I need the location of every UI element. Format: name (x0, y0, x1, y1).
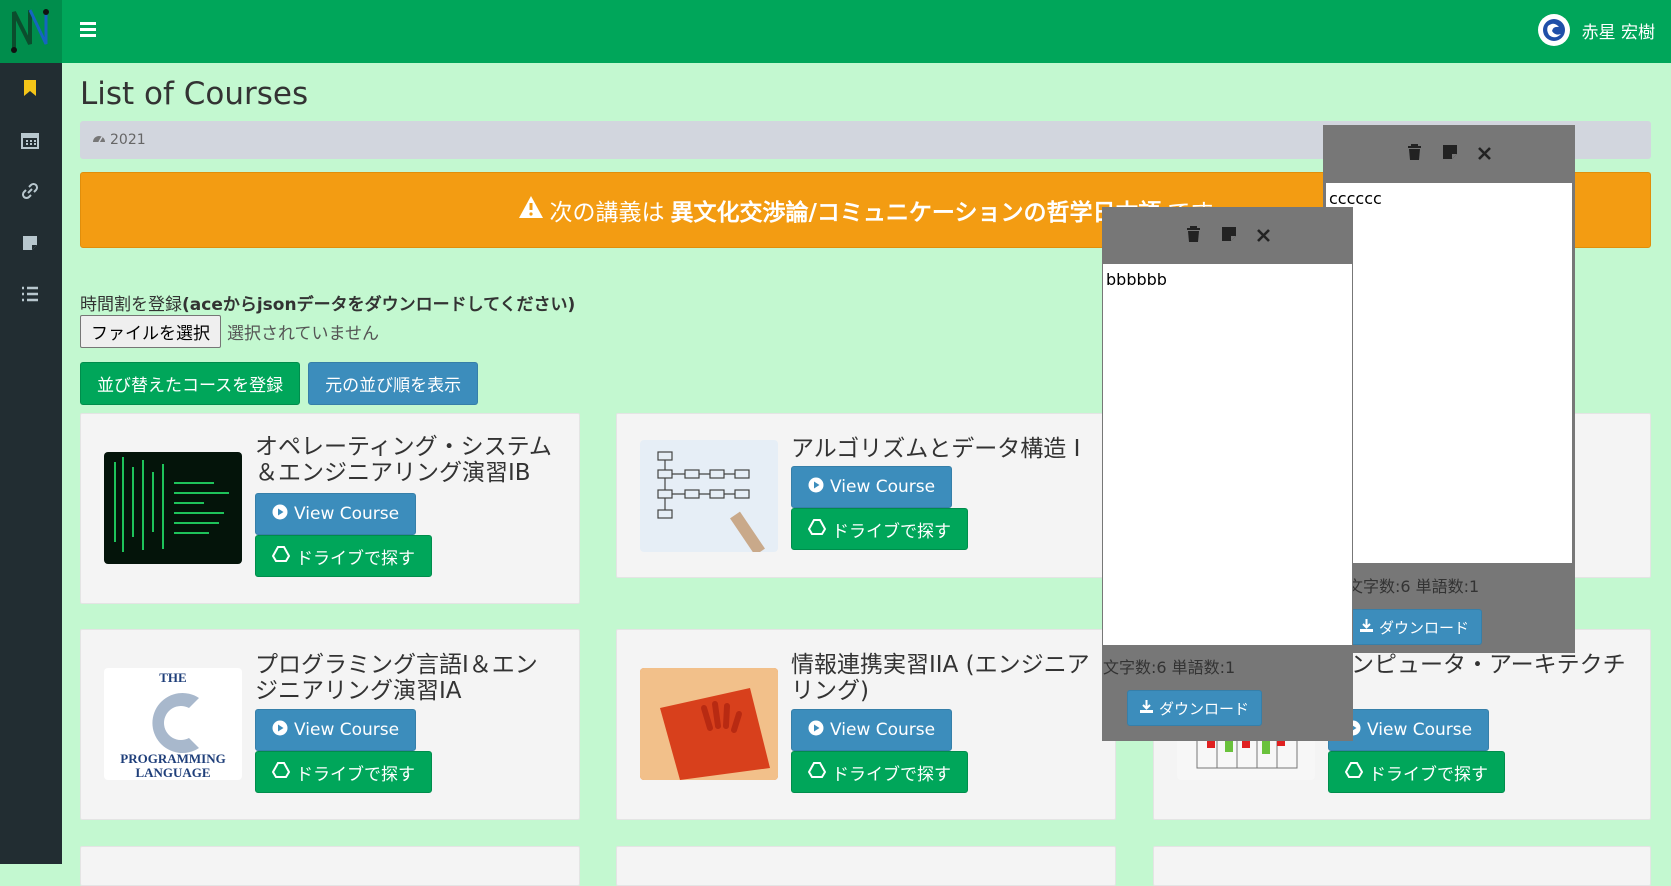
google-drive-icon (807, 761, 827, 783)
view-course-label: View Course (294, 720, 400, 740)
course-thumbnail (104, 452, 242, 564)
view-course-label: View Course (830, 720, 936, 740)
trash-icon[interactable] (1407, 143, 1422, 165)
breadcrumb-year: 2021 (110, 132, 146, 148)
show-original-order-button[interactable]: 元の並び順を表示 (308, 362, 479, 405)
course-thumbnail (640, 440, 778, 552)
play-circle-icon (272, 720, 288, 741)
close-icon[interactable] (1478, 145, 1491, 164)
play-circle-icon (808, 477, 824, 498)
course-card (80, 846, 580, 886)
file-status: 選択されていません (227, 324, 379, 344)
drive-search-label: ドライブで探す (296, 548, 415, 569)
bookmark-icon[interactable] (18, 76, 42, 100)
note-icon[interactable] (18, 231, 42, 255)
course-card (616, 846, 1116, 886)
app-logo[interactable] (0, 0, 62, 63)
course-card: THE PROGRAMMING LANGUAGE プログラミング言語I＆エンジニ… (80, 629, 580, 820)
drive-search-button[interactable]: ドライブで探す (791, 751, 968, 793)
course-card: オペレーティング・システム＆エンジニアリング演習IB View Course ド… (80, 413, 580, 604)
close-icon[interactable] (1256, 227, 1270, 246)
register-sorted-courses-button[interactable]: 並び替えたコースを登録 (80, 362, 301, 405)
drive-search-label: ドライブで探す (1369, 764, 1488, 785)
sticky-note[interactable]: bbbbbb 文字数:6 単語数:1 ダウンロード (1102, 207, 1353, 741)
choose-file-button[interactable]: ファイルを選択 (80, 315, 221, 348)
top-navbar: 赤星 宏樹 (0, 0, 1671, 63)
note-toolbar (1102, 207, 1353, 265)
user-menu[interactable]: 赤星 宏樹 (1537, 14, 1655, 46)
course-title[interactable]: コンピュータ・アーキテクチ (1328, 652, 1628, 678)
course-card: 情報連携実習IIA (エンジニアリング) View Course ドライブで探す (616, 629, 1116, 820)
user-avatar (1537, 14, 1570, 46)
dashboard-icon (92, 132, 106, 148)
note-char-count: 文字数:6 単語数:1 (1103, 658, 1236, 677)
course-title[interactable]: オペレーティング・システム＆エンジニアリング演習IB (255, 434, 555, 486)
trash-icon[interactable] (1186, 225, 1201, 247)
note-download-label: ダウンロード (1379, 618, 1470, 637)
sort-actions: 並び替えたコースを登録 元の並び順を表示 (80, 362, 479, 405)
page-title: List of Courses (80, 76, 309, 112)
note-download-button[interactable]: ダウンロード (1127, 690, 1263, 726)
sticky-note[interactable]: cccccc 文字数:6 単語数:1 ダウンロード (1323, 125, 1575, 653)
link-icon[interactable] (18, 179, 42, 203)
view-course-label: View Course (1367, 720, 1473, 740)
alert-prefix: 次の講義は (549, 200, 665, 226)
menu-toggle-icon[interactable] (80, 22, 96, 38)
note-char-count: 文字数:6 単語数:1 (1347, 577, 1480, 596)
google-drive-icon (1344, 761, 1364, 783)
timetable-register-label: 時間割を登録(aceからjsonデータをダウンロードしてください) (80, 290, 575, 315)
register-hint-text: (aceからjsonデータをダウンロードしてください) (182, 295, 576, 315)
download-icon (1140, 699, 1153, 717)
alert-course-name: 異文化交渉論/コミュニケーションの哲学日本語 (670, 200, 1162, 226)
drive-search-button[interactable]: ドライブで探す (255, 751, 432, 793)
view-course-label: View Course (294, 504, 400, 524)
list-icon[interactable] (18, 282, 42, 306)
drive-search-button[interactable]: ドライブで探す (791, 508, 968, 550)
view-course-button[interactable]: View Course (255, 493, 417, 535)
course-title[interactable]: 情報連携実習IIA (エンジニアリング) (791, 652, 1111, 704)
course-title[interactable]: アルゴリズムとデータ構造 I (791, 436, 1101, 462)
view-course-button[interactable]: View Course (255, 709, 417, 751)
svg-text:PROGRAMMING: PROGRAMMING (120, 751, 225, 766)
drive-search-label: ドライブで探す (832, 764, 951, 785)
course-thumbnail: THE PROGRAMMING LANGUAGE (104, 668, 242, 780)
new-note-icon[interactable] (1221, 226, 1237, 246)
note-download-label: ダウンロード (1159, 699, 1250, 718)
file-input[interactable]: ファイルを選択 選択されていません (80, 315, 379, 348)
svg-text:LANGUAGE: LANGUAGE (135, 765, 210, 780)
note-textarea[interactable]: bbbbbb (1103, 264, 1352, 645)
course-card (1153, 846, 1651, 886)
play-circle-icon (808, 720, 824, 741)
note-download-button[interactable]: ダウンロード (1347, 609, 1483, 645)
new-note-icon[interactable] (1442, 144, 1458, 164)
drive-search-button[interactable]: ドライブで探す (255, 535, 432, 577)
note-toolbar (1323, 125, 1575, 183)
download-icon (1360, 618, 1373, 636)
user-name: 赤星 宏樹 (1581, 22, 1655, 43)
register-label-text: 時間割を登録 (80, 295, 182, 315)
google-drive-icon (271, 761, 291, 783)
course-title[interactable]: プログラミング言語I＆エンジニアリング演習IA (255, 652, 555, 704)
course-card: アルゴリズムとデータ構造 I View Course ドライブで探す (616, 413, 1116, 578)
google-drive-icon (807, 518, 827, 540)
view-course-label: View Course (830, 477, 936, 497)
drive-search-label: ドライブで探す (296, 764, 415, 785)
course-thumbnail (640, 668, 778, 780)
calendar-icon[interactable] (18, 128, 42, 152)
drive-search-label: ドライブで探す (832, 521, 951, 542)
warning-icon (518, 195, 544, 225)
sidebar (0, 63, 62, 864)
svg-text:THE: THE (159, 670, 186, 685)
note-textarea[interactable]: cccccc (1326, 183, 1572, 563)
play-circle-icon (272, 504, 288, 525)
drive-search-button[interactable]: ドライブで探す (1328, 751, 1505, 793)
view-course-button[interactable]: View Course (791, 466, 953, 508)
view-course-button[interactable]: View Course (791, 709, 953, 751)
google-drive-icon (271, 545, 291, 567)
